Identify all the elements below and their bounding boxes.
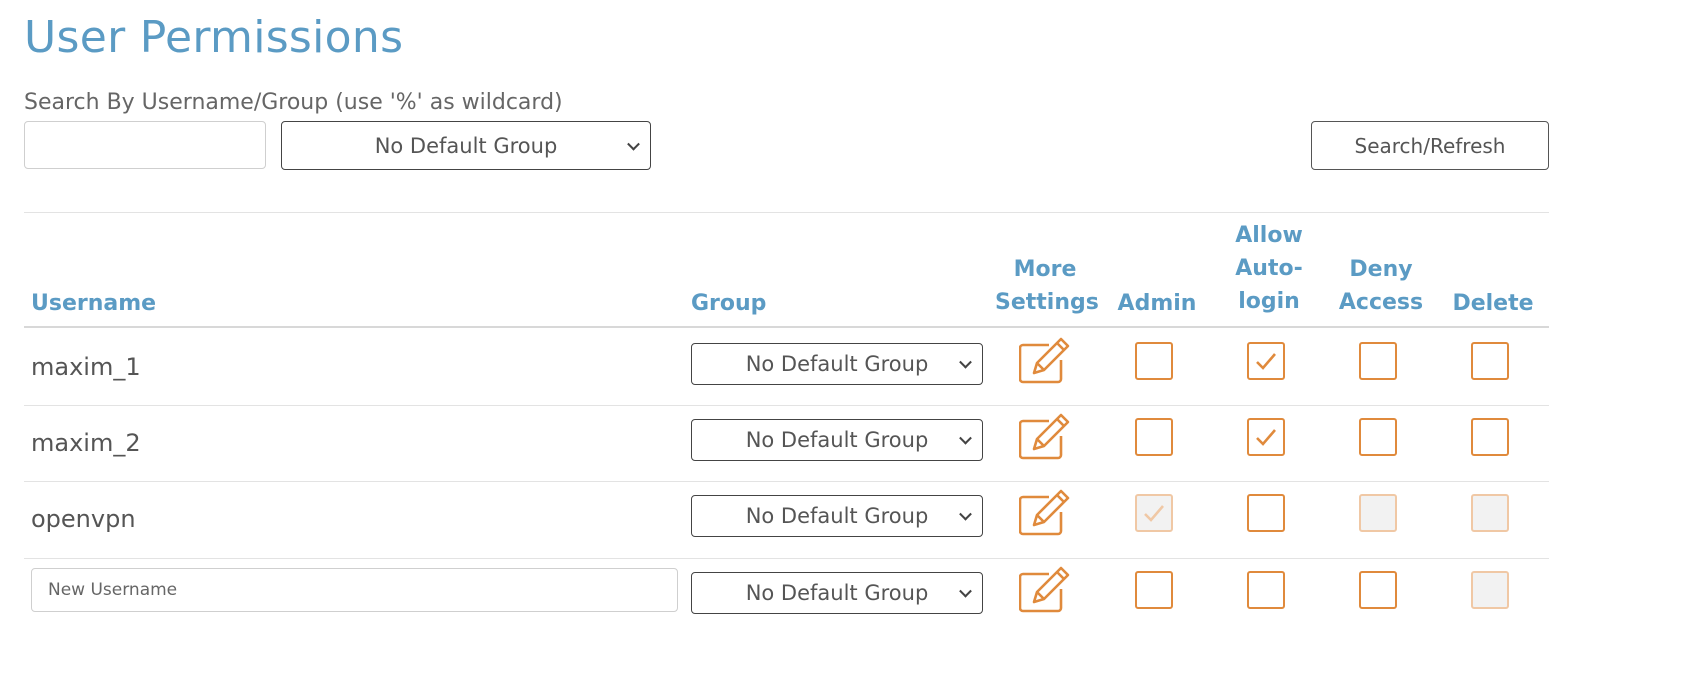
row-group-select[interactable]: No Default Group [691, 419, 983, 461]
row-divider [24, 481, 1549, 482]
autologin-checkbox[interactable] [1247, 342, 1285, 380]
autologin-checkbox[interactable] [1247, 494, 1285, 532]
header-more-settings-line1: More [1013, 257, 1077, 282]
header-delete: Delete [1452, 291, 1534, 316]
admin-checkbox[interactable] [1135, 418, 1173, 456]
autologin-checkbox[interactable] [1247, 571, 1285, 609]
header-username: Username [31, 291, 157, 316]
edit-settings-icon[interactable] [1018, 565, 1071, 613]
header-group: Group [691, 291, 767, 316]
delete-checkbox[interactable] [1471, 418, 1509, 456]
delete-checkbox[interactable] [1471, 342, 1509, 380]
header-autologin-line3: login [1238, 289, 1300, 314]
header-more-settings-line2: Settings [995, 290, 1099, 315]
row-group-value: No Default Group [745, 581, 929, 605]
header-divider [24, 326, 1549, 328]
row-group-value: No Default Group [745, 428, 929, 452]
row-group-value: No Default Group [745, 504, 929, 528]
row-divider [24, 405, 1549, 406]
new-username-input[interactable] [31, 568, 678, 612]
edit-settings-icon[interactable] [1018, 488, 1071, 536]
header-allow-autologin: Allow Auto- login [1219, 219, 1319, 318]
group-filter-value: No Default Group [374, 133, 558, 158]
deny-access-checkbox [1359, 494, 1397, 532]
header-deny-access: Deny Access [1331, 253, 1431, 319]
chevron-down-icon [959, 584, 972, 598]
row-group-select[interactable]: No Default Group [691, 343, 983, 385]
checkmark-icon [1144, 505, 1164, 522]
autologin-checkbox[interactable] [1247, 418, 1285, 456]
admin-checkbox[interactable] [1135, 342, 1173, 380]
search-input[interactable] [24, 121, 266, 169]
search-refresh-button[interactable]: Search/Refresh [1311, 121, 1549, 170]
edit-settings-icon[interactable] [1018, 412, 1071, 460]
deny-access-checkbox[interactable] [1359, 571, 1397, 609]
search-label: Search By Username/Group (use '%' as wil… [24, 90, 563, 115]
edit-settings-icon[interactable] [1018, 336, 1071, 384]
chevron-down-icon [959, 355, 972, 369]
row-group-value: No Default Group [745, 352, 929, 376]
deny-access-checkbox[interactable] [1359, 342, 1397, 380]
checkmark-icon [1256, 353, 1276, 370]
header-admin: Admin [1117, 291, 1197, 316]
delete-checkbox [1471, 494, 1509, 532]
header-deny-line2: Access [1338, 290, 1424, 315]
admin-checkbox [1135, 494, 1173, 532]
header-autologin-line1: Allow [1235, 223, 1303, 248]
new-row-group-select[interactable]: No Default Group [691, 572, 983, 614]
chevron-down-icon [959, 431, 972, 445]
header-more-settings: More Settings [995, 253, 1099, 319]
group-filter-select[interactable]: No Default Group [281, 121, 651, 170]
delete-checkbox [1471, 571, 1509, 609]
chevron-down-icon [959, 507, 972, 521]
page-title: User Permissions [24, 12, 404, 63]
row-divider [24, 558, 1549, 559]
checkmark-icon [1256, 429, 1276, 446]
username-cell: maxim_1 [31, 353, 141, 381]
header-autologin-line2: Auto- [1235, 256, 1303, 281]
divider [24, 212, 1549, 213]
admin-checkbox[interactable] [1135, 571, 1173, 609]
username-cell: openvpn [31, 505, 136, 533]
row-group-select[interactable]: No Default Group [691, 495, 983, 537]
deny-access-checkbox[interactable] [1359, 418, 1397, 456]
chevron-down-icon [627, 137, 640, 151]
username-cell: maxim_2 [31, 429, 141, 457]
header-deny-line1: Deny [1349, 257, 1413, 282]
